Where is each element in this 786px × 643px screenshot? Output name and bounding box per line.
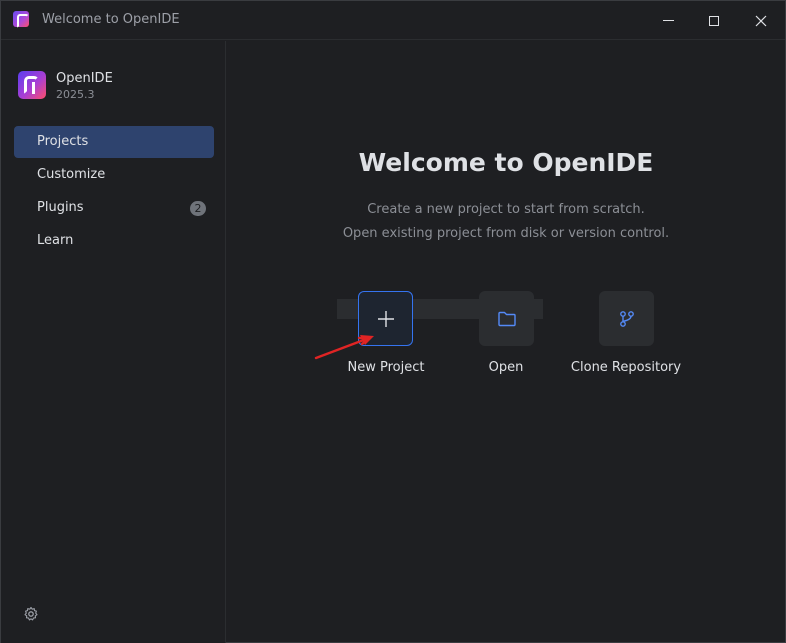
annotation-arrow-icon — [314, 335, 374, 360]
welcome-subtitle-line2: Open existing project from disk or versi… — [342, 226, 670, 241]
sidebar: OpenIDE 2025.3 Projects Customize Plugin… — [1, 41, 226, 643]
plugins-update-badge: 2 — [190, 201, 206, 216]
app-version: 2025.3 — [56, 88, 95, 101]
sidebar-item-label: Customize — [37, 167, 106, 182]
clone-repository-label[interactable]: Clone Repository — [556, 360, 696, 375]
openide-app-icon — [18, 71, 46, 99]
welcome-subtitle-line1: Create a new project to start from scrat… — [367, 202, 645, 217]
minimize-button[interactable] — [645, 1, 691, 40]
welcome-window: Welcome to OpenIDE OpenIDE 2025.3 Projec… — [0, 0, 786, 643]
app-name: OpenIDE — [56, 71, 113, 86]
sidebar-item-label: Projects — [37, 134, 89, 149]
sidebar-item-plugins[interactable]: Plugins 2 — [14, 192, 214, 224]
branch-icon — [619, 310, 634, 327]
sidebar-item-label: Plugins — [37, 200, 84, 215]
maximize-icon — [709, 15, 719, 26]
open-button[interactable] — [479, 291, 534, 346]
new-project-label[interactable]: New Project — [316, 360, 456, 375]
folder-icon — [497, 311, 516, 326]
title-bar: Welcome to OpenIDE — [1, 1, 785, 40]
maximize-button[interactable] — [691, 1, 737, 40]
sidebar-item-learn[interactable]: Learn — [14, 225, 214, 257]
sidebar-item-label: Learn — [37, 233, 74, 248]
close-button[interactable] — [738, 1, 784, 40]
main-panel: Welcome to OpenIDE Create a new project … — [227, 41, 785, 643]
minimize-icon — [662, 20, 674, 21]
clone-repository-button[interactable] — [599, 291, 654, 346]
close-icon — [755, 15, 767, 26]
gear-icon[interactable] — [23, 606, 39, 622]
sidebar-item-customize[interactable]: Customize — [14, 159, 214, 191]
open-label[interactable]: Open — [436, 360, 576, 375]
plus-icon — [377, 310, 394, 327]
welcome-heading: Welcome to OpenIDE — [358, 148, 654, 177]
openide-logo-icon — [13, 11, 29, 28]
sidebar-item-projects[interactable]: Projects — [14, 126, 214, 158]
window-title: Welcome to OpenIDE — [42, 12, 180, 27]
